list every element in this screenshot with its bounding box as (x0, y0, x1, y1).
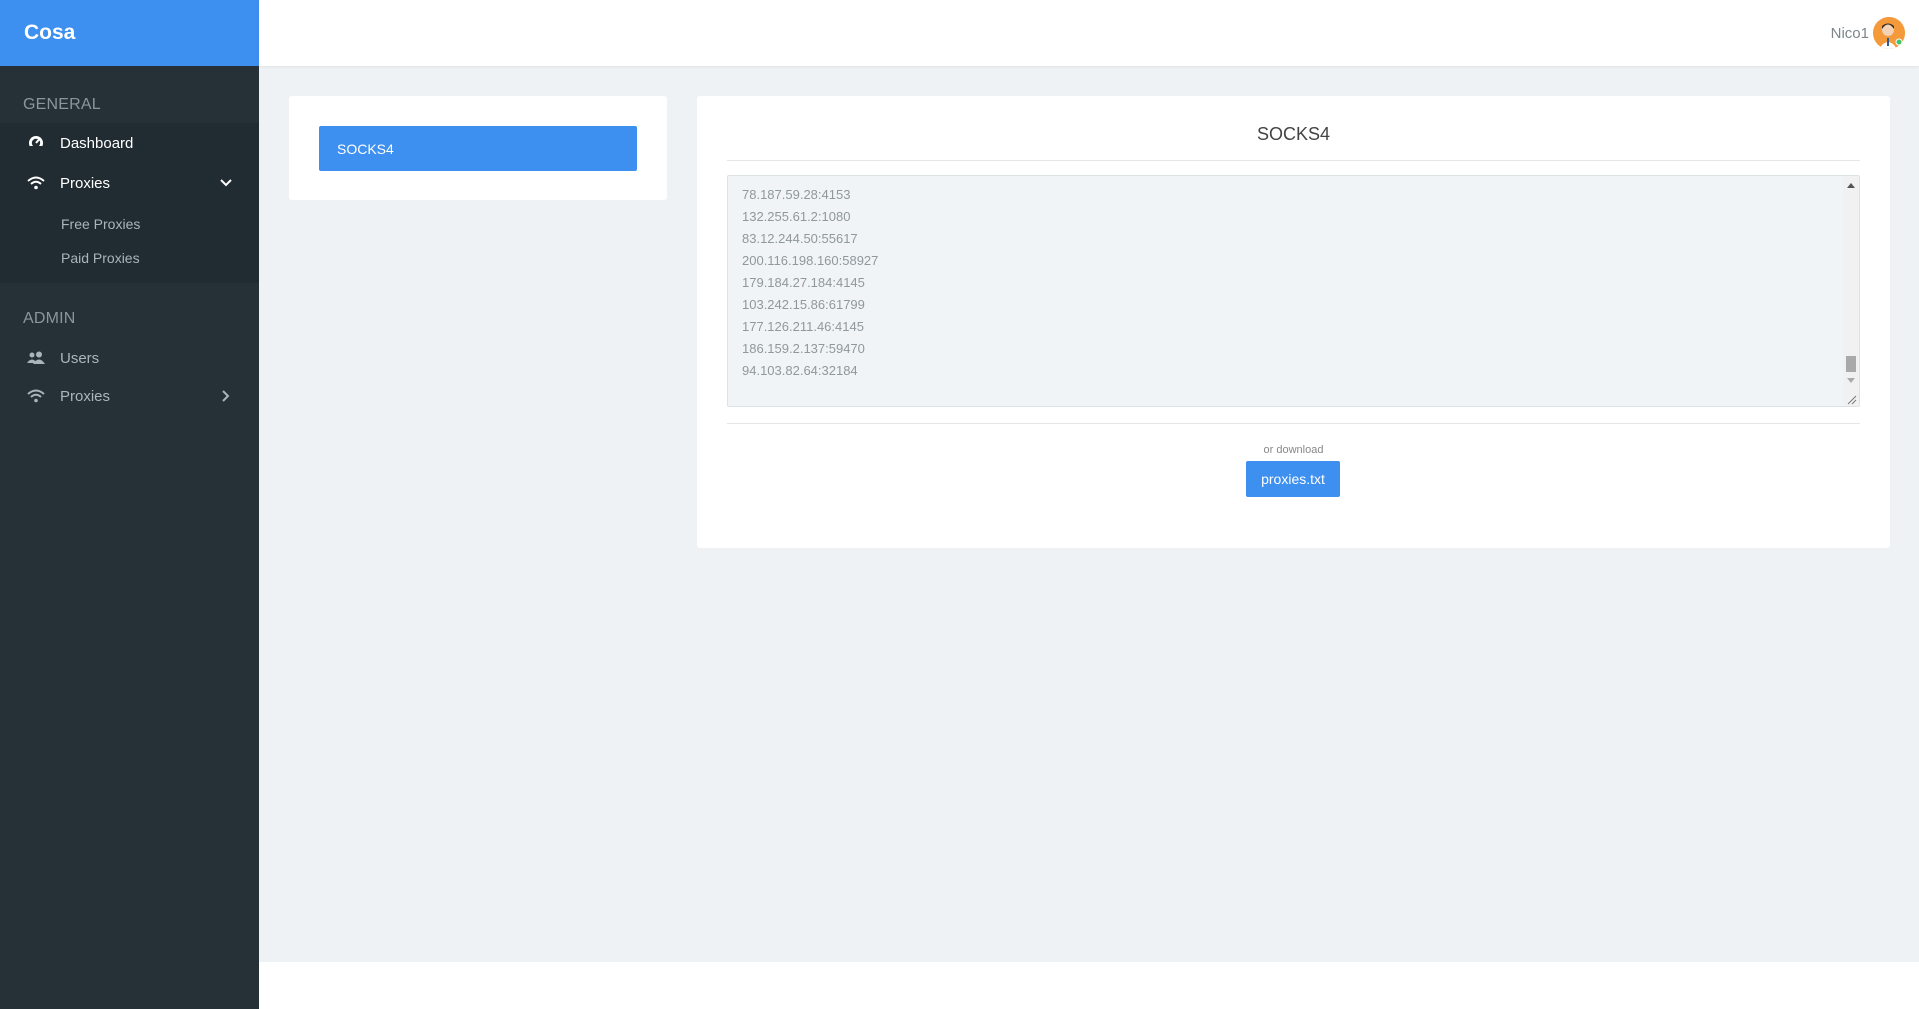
page-title: SOCKS4 (1256, 124, 1331, 144)
wifi-icon (27, 387, 45, 405)
admin-section-title: ADMIN (23, 310, 76, 327)
proxy-list-panel: SOCKS4 78.187.59.28:4153 132.255.61.2:10… (697, 96, 1890, 548)
user-menu[interactable]: Nico1 (1831, 17, 1905, 49)
divider (727, 423, 1860, 424)
proxy-line: 179.184.27.184:4145 (742, 275, 865, 290)
proxy-type-panel: SOCKS4 (289, 96, 667, 200)
sidebar-item-label: Users (60, 349, 100, 367)
sidebar-item-label: Dashboard (60, 134, 134, 152)
sidebar: Cosa GENERAL Dashboard Proxies Free Prox… (0, 0, 259, 1009)
proxy-line: 200.116.198.160:58927 (742, 253, 879, 268)
proxy-type-socks4-button[interactable]: SOCKS4 (319, 126, 637, 171)
proxy-line: 83.12.244.50:55617 (742, 231, 858, 246)
top-bar: Nico1 (259, 0, 1919, 66)
avatar[interactable] (1873, 17, 1905, 49)
resize-grip-icon[interactable] (1845, 392, 1857, 405)
sidebar-subitem-label: Free Proxies (61, 216, 141, 232)
sidebar-item-dashboard[interactable]: Dashboard (0, 124, 259, 162)
or-download-text: or download (1263, 444, 1324, 456)
username[interactable]: Nico1 (1831, 25, 1869, 42)
dashboard-icon (27, 134, 45, 152)
scroll-up-arrow-icon[interactable] (1847, 183, 1855, 188)
divider (727, 160, 1860, 161)
proxy-line: 177.126.211.46:4145 (742, 319, 864, 334)
proxy-line: 103.242.15.86:61799 (742, 297, 865, 312)
proxy-list-textarea[interactable]: 78.187.59.28:4153 132.255.61.2:1080 83.1… (727, 175, 1860, 407)
download-proxies-button[interactable]: proxies.txt (1246, 461, 1340, 497)
wifi-icon (27, 174, 45, 192)
proxy-line: 132.255.61.2:1080 (742, 209, 851, 224)
chevron-right-icon[interactable] (219, 389, 233, 403)
chevron-down-icon[interactable] (219, 176, 233, 190)
general-section-title: GENERAL (23, 96, 101, 113)
sidebar-subitem-label: Paid Proxies (61, 250, 140, 266)
proxy-lines: 78.187.59.28:4153 132.255.61.2:1080 83.1… (742, 184, 878, 382)
sidebar-item-label: Proxies (60, 387, 111, 405)
sidebar-item-proxies[interactable]: Proxies (0, 164, 259, 202)
sidebar-item-label: Proxies (60, 174, 111, 192)
footer (259, 962, 1919, 1009)
brand-logo[interactable]: Cosa (0, 0, 259, 66)
sidebar-subitem-paid-proxies[interactable]: Paid Proxies (0, 243, 259, 273)
proxy-line: 94.103.82.64:32184 (742, 363, 858, 378)
scrollbar[interactable] (1843, 176, 1859, 406)
proxy-line: 78.187.59.28:4153 (742, 187, 851, 202)
users-icon (27, 349, 45, 367)
sidebar-item-admin-proxies[interactable]: Proxies (0, 377, 259, 415)
sidebar-item-users[interactable]: Users (0, 339, 259, 377)
proxy-line: 186.159.2.137:59470 (742, 341, 865, 356)
sidebar-subitem-free-proxies[interactable]: Free Proxies (0, 209, 259, 239)
scrollbar-thumb[interactable] (1846, 356, 1856, 372)
scroll-down-arrow-icon[interactable] (1847, 378, 1855, 383)
